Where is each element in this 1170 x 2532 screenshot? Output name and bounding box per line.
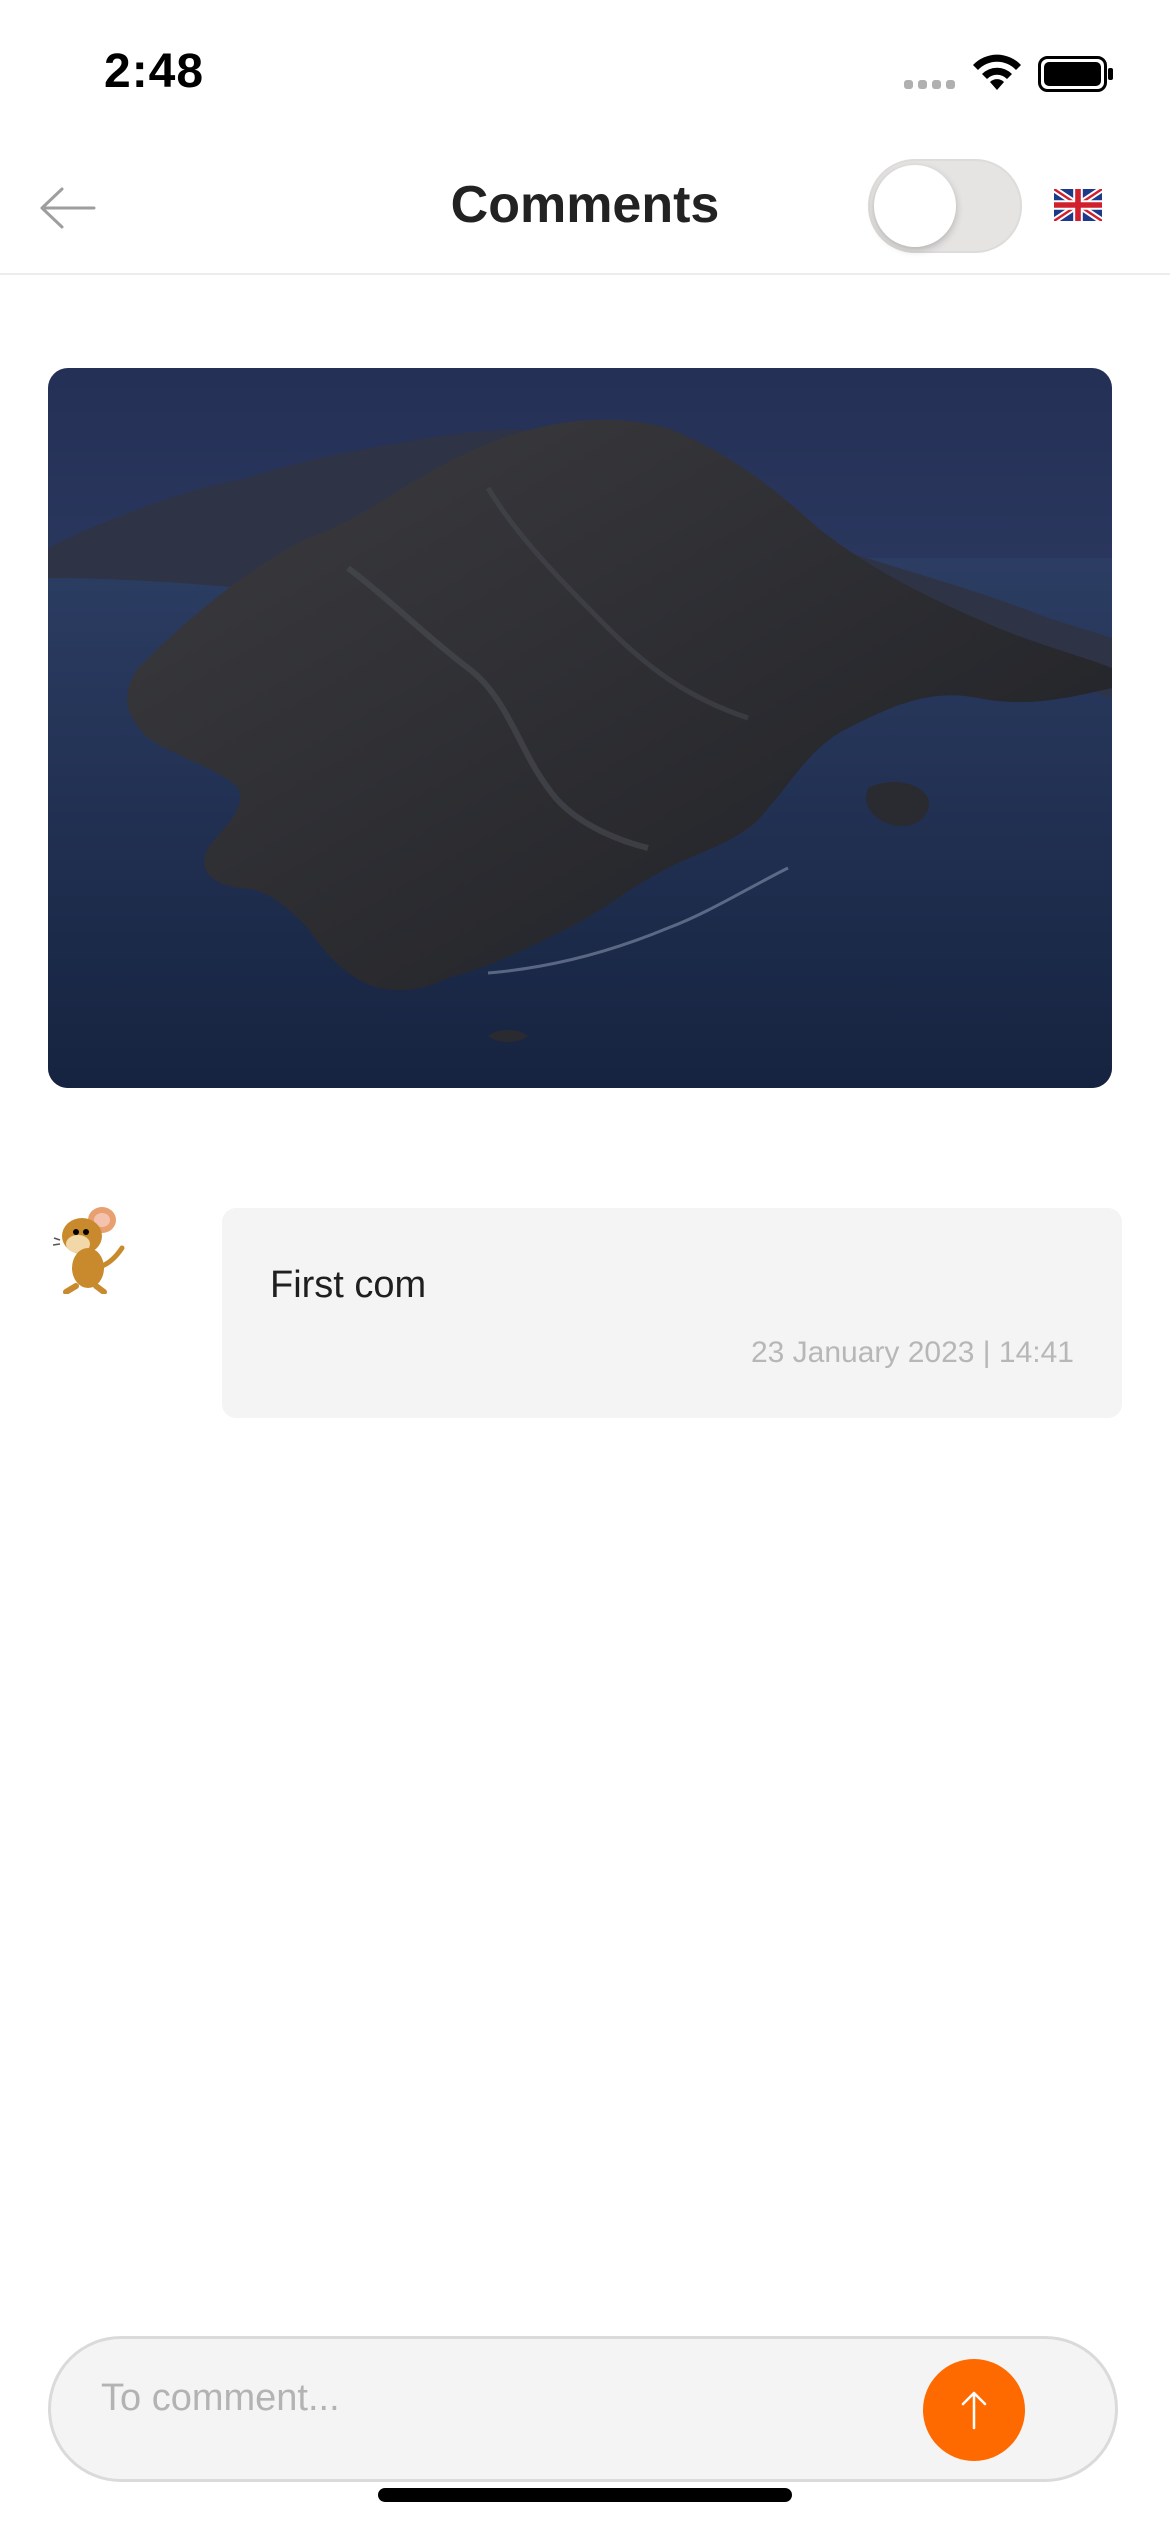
comments-screen: 2:48 Comments First com 23 January 2023 … xyxy=(0,0,1170,2532)
comment-input-bar xyxy=(48,2336,1118,2482)
island-photo xyxy=(48,368,1112,1088)
home-indicator xyxy=(378,2488,792,2502)
wifi-icon xyxy=(973,54,1021,90)
arrow-up-icon xyxy=(961,2391,987,2430)
status-bar: 2:48 xyxy=(0,0,1170,145)
cartoon-mouse-avatar xyxy=(52,1207,125,1294)
uk-flag-icon[interactable] xyxy=(1054,189,1102,221)
comment-bubble: First com 23 January 2023 | 14:41 xyxy=(222,1208,1122,1418)
comment-input[interactable] xyxy=(99,2367,903,2429)
post-image xyxy=(48,368,1112,1088)
comment-date: 23 January 2023 | 14:41 xyxy=(750,1336,1074,1369)
cellular-signal-icon xyxy=(904,80,955,89)
battery-icon xyxy=(1038,56,1113,92)
nav-bar: Comments xyxy=(0,145,1170,275)
toggle-knob xyxy=(874,165,956,247)
comment-text: First com xyxy=(270,1264,427,1306)
status-time: 2:48 xyxy=(104,45,205,98)
send-button[interactable] xyxy=(923,2359,1025,2461)
mode-toggle[interactable] xyxy=(868,159,1022,253)
